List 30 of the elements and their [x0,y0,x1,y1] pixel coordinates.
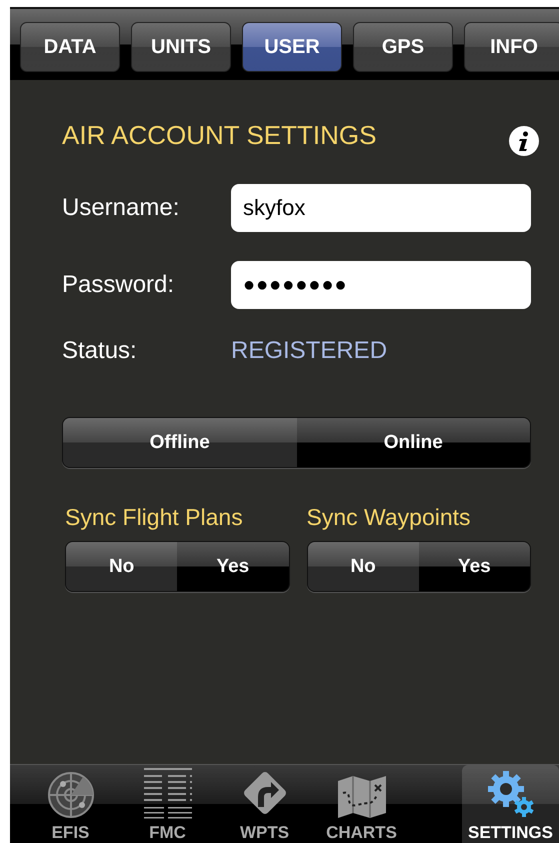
tab-bar-item[interactable]: WPTS [216,765,313,843]
segment-button[interactable]: Yes [177,542,288,591]
field-label: Password: [62,271,176,299]
tab[interactable]: GPS [353,22,453,72]
display-grid-icon [142,767,194,819]
input-field[interactable]: ●●●●●●●● [231,261,531,309]
input-field[interactable]: skyfox [231,184,531,232]
section-title: AIR ACCOUNT SETTINGS [62,120,376,151]
sync-label: Sync Waypoints [306,504,472,531]
tab[interactable]: INFO [464,22,559,72]
tab-bar-item[interactable]: CHARTS [313,765,410,843]
tab[interactable]: DATA [20,22,120,72]
segment-button[interactable]: Yes [418,542,530,591]
sync-label: Sync Flight Plans [65,504,244,531]
info-icon[interactable] [509,126,539,156]
radar-icon [46,771,94,819]
gears-icon [486,769,536,819]
segment-button[interactable]: Offline [63,418,296,467]
segment-button[interactable]: No [308,542,419,591]
tab-bar-item[interactable]: SETTINGS [462,765,559,843]
segment-button[interactable]: No [66,542,178,591]
tab[interactable]: UNITS [131,22,231,72]
tab-bar-item[interactable]: FMC [119,765,216,843]
status-label: Status: [62,337,138,365]
field-label: Username: [62,194,180,222]
segment-button[interactable]: Online [296,418,530,467]
status-value: REGISTERED [231,337,388,365]
tab[interactable]: USER [242,22,342,72]
tab-bar-item[interactable]: EFIS [22,765,119,843]
map-icon [336,775,386,819]
